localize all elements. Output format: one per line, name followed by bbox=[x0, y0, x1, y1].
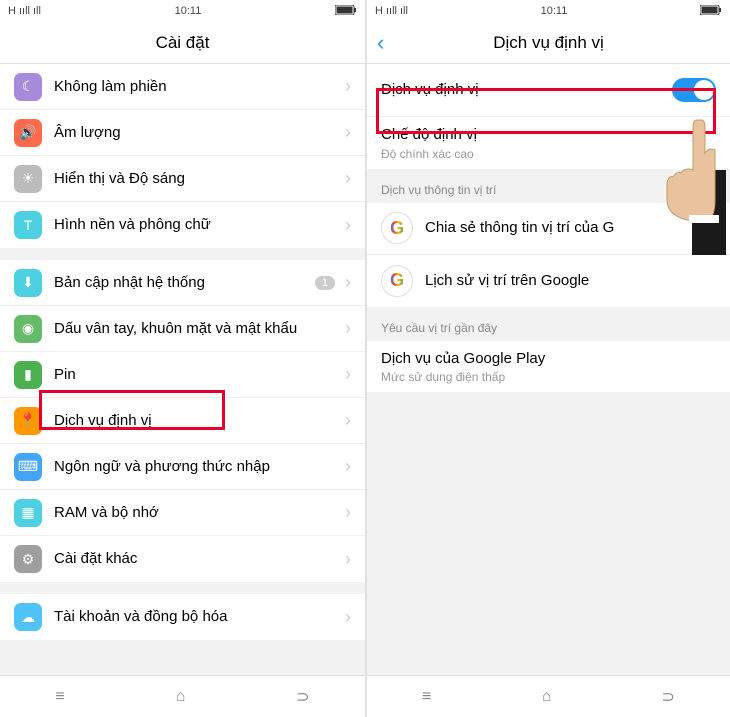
moon-icon: ☾ bbox=[14, 73, 42, 101]
row-label: Dấu vân tay, khuôn mặt và mật khẩu bbox=[54, 319, 339, 339]
settings-row[interactable]: ▦ RAM và bộ nhớ › bbox=[0, 490, 365, 536]
settings-row[interactable]: ☁ Tài khoản và đồng bộ hóa › bbox=[0, 594, 365, 640]
row-label: Tài khoản và đồng bộ hóa bbox=[54, 607, 339, 627]
battery-icon bbox=[335, 5, 357, 18]
chevron-right-icon: › bbox=[345, 364, 351, 385]
loc-icon: 📍 bbox=[14, 407, 42, 435]
recent-label: Dịch vụ của Google Play bbox=[381, 349, 716, 369]
wifi-icon: ıll bbox=[400, 5, 408, 17]
wifi-icon: ıll bbox=[33, 5, 41, 17]
chevron-right-icon: › bbox=[345, 168, 351, 189]
chevron-right-icon: › bbox=[345, 607, 351, 628]
row-label: Không làm phiền bbox=[54, 77, 339, 97]
status-bar: H ııll ıll 10:11 bbox=[0, 0, 365, 22]
font-icon: T bbox=[14, 211, 42, 239]
row-label: Cài đặt khác bbox=[54, 549, 339, 569]
nav-home-button[interactable]: ⌂ bbox=[542, 688, 552, 706]
nav-bar: ≡ ⌂ ⊃ bbox=[367, 675, 730, 717]
settings-row[interactable]: ◉ Dấu vân tay, khuôn mặt và mật khẩu › bbox=[0, 306, 365, 352]
update-icon: ⬇ bbox=[14, 269, 42, 297]
nav-back-button[interactable]: ⊃ bbox=[296, 687, 309, 707]
nav-bar: ≡ ⌂ ⊃ bbox=[0, 675, 365, 717]
chevron-right-icon: › bbox=[345, 456, 351, 477]
badge: 1 bbox=[315, 276, 335, 290]
header: Cài đặt bbox=[0, 22, 365, 64]
nav-menu-button[interactable]: ≡ bbox=[422, 688, 431, 706]
pointing-finger-graphic bbox=[657, 115, 727, 260]
signal-icon: H ııll bbox=[8, 5, 30, 17]
pin-icon: ▮ bbox=[14, 361, 42, 389]
row-label: Hiển thị và Độ sáng bbox=[54, 169, 339, 189]
chevron-right-icon: › bbox=[345, 122, 351, 143]
settings-list[interactable]: ☾ Không làm phiền › 🔊 Âm lượng › ☀ Hiển thị và … bbox=[0, 64, 365, 675]
google-icon: G bbox=[381, 265, 413, 297]
chevron-right-icon: › bbox=[345, 215, 351, 236]
settings-row[interactable]: ⬇ Bản cập nhật hệ thống1 › bbox=[0, 260, 365, 306]
nav-home-button[interactable]: ⌂ bbox=[176, 688, 186, 706]
fp-icon: ◉ bbox=[14, 315, 42, 343]
row-label: RAM và bộ nhớ bbox=[54, 503, 339, 523]
back-button[interactable]: ‹ bbox=[377, 30, 384, 56]
chevron-right-icon: › bbox=[345, 318, 351, 339]
recent-sublabel: Mức sử dụng điện thấp bbox=[381, 370, 716, 384]
settings-row[interactable]: ⚙ Cài đặt khác › bbox=[0, 536, 365, 582]
row-label: Âm lượng bbox=[54, 123, 339, 143]
settings-row[interactable]: ⌨ Ngôn ngữ và phương thức nhập › bbox=[0, 444, 365, 490]
google-service-row[interactable]: G Lịch sử vị trí trên Google bbox=[367, 255, 730, 307]
settings-row[interactable]: ☀ Hiển thị và Độ sáng › bbox=[0, 156, 365, 202]
nav-back-button[interactable]: ⊃ bbox=[661, 687, 674, 707]
recent-request-row[interactable]: Dịch vụ của Google Play Mức sử dụng điện… bbox=[367, 341, 730, 393]
ram-icon: ▦ bbox=[14, 499, 42, 527]
highlight-box bbox=[39, 390, 225, 430]
page-title: Cài đặt bbox=[156, 33, 210, 53]
section-header: Yêu cầu vị trí gần đây bbox=[367, 307, 730, 341]
phone-left: H ııll ıll 10:11 Cài đặt ☾ Không làm phiề… bbox=[0, 0, 365, 717]
header: ‹ Dịch vụ định vị bbox=[367, 22, 730, 64]
status-time: 10:11 bbox=[175, 5, 202, 17]
settings-row[interactable]: 🔊 Âm lượng › bbox=[0, 110, 365, 156]
row-label: Lịch sử vị trí trên Google bbox=[425, 271, 716, 291]
bright-icon: ☀ bbox=[14, 165, 42, 193]
acct-icon: ☁ bbox=[14, 603, 42, 631]
page-title: Dịch vụ định vị bbox=[493, 33, 604, 53]
chevron-right-icon: › bbox=[345, 549, 351, 570]
chevron-right-icon: › bbox=[345, 76, 351, 97]
nav-menu-button[interactable]: ≡ bbox=[55, 688, 64, 706]
row-label: Pin bbox=[54, 365, 339, 385]
google-icon: G bbox=[381, 212, 413, 244]
status-bar: H ııll ıll 10:11 bbox=[367, 0, 730, 22]
other-icon: ⚙ bbox=[14, 545, 42, 573]
chevron-right-icon: › bbox=[345, 502, 351, 523]
row-label: Hình nền và phông chữ bbox=[54, 215, 339, 235]
sound-icon: 🔊 bbox=[14, 119, 42, 147]
settings-row[interactable]: ☾ Không làm phiền › bbox=[0, 64, 365, 110]
status-time: 10:11 bbox=[541, 5, 568, 17]
lang-icon: ⌨ bbox=[14, 453, 42, 481]
settings-row[interactable]: T Hình nền và phông chữ › bbox=[0, 202, 365, 248]
row-label: Ngôn ngữ và phương thức nhập bbox=[54, 457, 339, 477]
chevron-right-icon: › bbox=[345, 410, 351, 431]
chevron-right-icon: › bbox=[345, 272, 351, 293]
battery-icon bbox=[700, 5, 722, 18]
row-label: Bản cập nhật hệ thống bbox=[54, 273, 315, 293]
signal-icon: H ııll bbox=[375, 5, 397, 17]
